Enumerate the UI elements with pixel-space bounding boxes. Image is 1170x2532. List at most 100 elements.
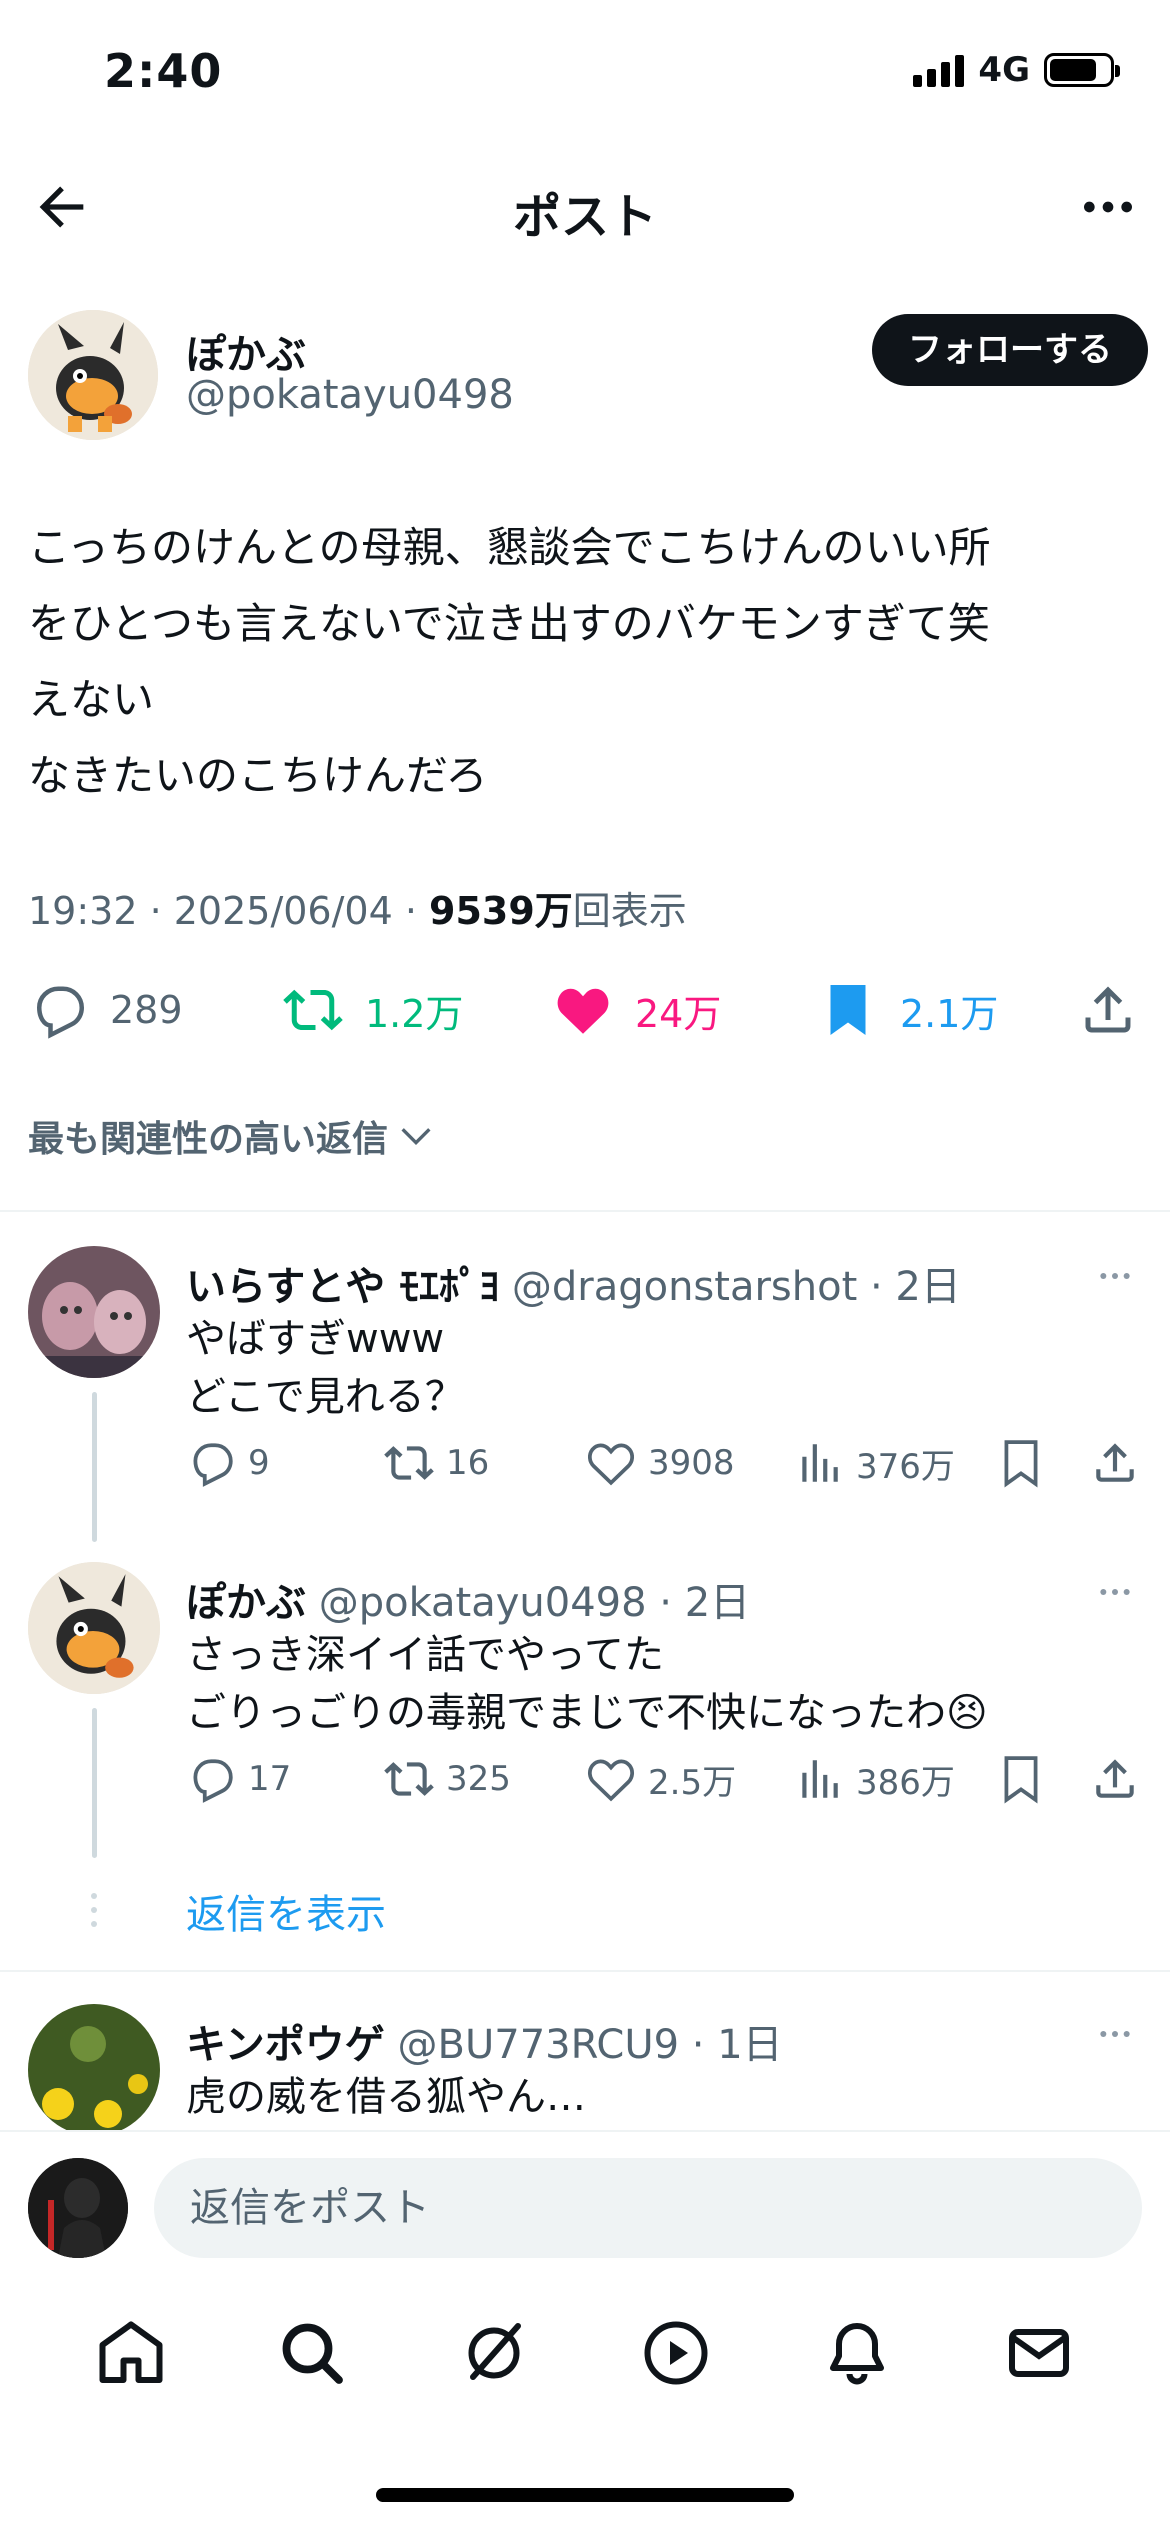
repost-count: 325 bbox=[446, 1759, 511, 1799]
reply-author-name[interactable]: ぽかぶ bbox=[186, 1580, 306, 1626]
bookmark-button[interactable] bbox=[996, 1754, 1046, 1804]
reply-author-name[interactable]: キンポウゲ bbox=[186, 2022, 385, 2068]
reply-author-handle[interactable]: @pokatayu0498 bbox=[319, 1580, 647, 1626]
divider bbox=[0, 1970, 1170, 1972]
page-title: ポスト bbox=[512, 189, 657, 245]
follow-button[interactable]: フォローする bbox=[872, 314, 1148, 386]
thread-line bbox=[92, 1708, 97, 1858]
reply-button[interactable]: 9 bbox=[186, 1438, 270, 1488]
reply-count: 289 bbox=[110, 988, 183, 1032]
share-button[interactable] bbox=[1090, 1754, 1140, 1804]
more-icon[interactable] bbox=[1076, 175, 1140, 239]
tab-home[interactable] bbox=[95, 2317, 167, 2393]
tab-video[interactable] bbox=[640, 2317, 712, 2393]
more-icon[interactable] bbox=[1090, 1256, 1140, 1296]
post-timestamp: 19:32 · 2025/06/04 · bbox=[28, 889, 430, 933]
tab-search[interactable] bbox=[276, 2317, 348, 2393]
share-icon bbox=[1085, 986, 1131, 1033]
tab-grok[interactable] bbox=[458, 2317, 530, 2393]
reply-icon bbox=[193, 1759, 233, 1803]
bell-icon bbox=[830, 2323, 885, 2385]
analytics-icon bbox=[802, 1760, 838, 1798]
reply-author-handle[interactable]: @BU773RCU9 bbox=[398, 2022, 680, 2068]
reply-composer: 返信をポスト bbox=[0, 2130, 1170, 2270]
avatar[interactable] bbox=[28, 1246, 160, 1378]
bookmark-button[interactable] bbox=[996, 1438, 1046, 1488]
avatar[interactable] bbox=[28, 1562, 160, 1694]
play-icon bbox=[644, 2321, 708, 2385]
mail-icon bbox=[1009, 2329, 1070, 2377]
home-icon bbox=[99, 2321, 163, 2383]
battery-icon bbox=[1044, 53, 1120, 87]
share-button[interactable] bbox=[1090, 1438, 1140, 1488]
bookmark-button[interactable]: 2.1万 bbox=[818, 980, 998, 1040]
views-button[interactable]: 376万 bbox=[794, 1438, 955, 1488]
reply-author-handle[interactable]: @dragonstarshot bbox=[512, 1264, 857, 1310]
post-views-label: 回表示 bbox=[572, 889, 687, 933]
signal-icon bbox=[913, 53, 965, 87]
reply-count: 9 bbox=[248, 1443, 270, 1483]
like-button[interactable]: 3908 bbox=[586, 1438, 735, 1488]
bookmark-icon bbox=[830, 985, 866, 1035]
reply-item[interactable]: ぽかぶ @pokatayu0498 · 2日 さっき深イイ話でやってた ごりっご… bbox=[0, 1562, 1170, 1862]
heart-icon bbox=[588, 1759, 634, 1802]
network-label: 4G bbox=[978, 50, 1030, 90]
more-icon[interactable] bbox=[1090, 2014, 1140, 2054]
author-handle[interactable]: @pokatayu0498 bbox=[186, 372, 514, 418]
status-indicators: 4G bbox=[913, 50, 1120, 90]
reply-author-name[interactable]: いらすとや ﾓｴﾎﾟﾖ bbox=[186, 1264, 499, 1310]
sort-label: 最も関連性の高い返信 bbox=[28, 1119, 389, 1160]
tab-notifications[interactable] bbox=[821, 2317, 893, 2393]
search-icon bbox=[283, 2323, 344, 2384]
reply-icon bbox=[36, 986, 85, 1039]
heart-icon bbox=[588, 1443, 634, 1486]
grok-icon bbox=[468, 2323, 522, 2380]
like-button[interactable]: 2.5万 bbox=[586, 1754, 736, 1804]
home-indicator[interactable] bbox=[376, 2488, 794, 2502]
like-count: 2.5万 bbox=[648, 1762, 737, 1803]
reply-text: 虎の威を借る狐やん… bbox=[186, 2074, 586, 2120]
reply-item[interactable]: キンポウゲ @BU773RCU9 · 1日 虎の威を借る狐やん… bbox=[0, 2004, 1170, 2130]
repost-count: 16 bbox=[446, 1443, 490, 1483]
reply-count: 17 bbox=[248, 1759, 292, 1799]
reply-text: やばすぎwww どこで見れる？ bbox=[186, 1316, 465, 1420]
avatar[interactable] bbox=[28, 2158, 128, 2258]
heart-icon bbox=[557, 988, 609, 1034]
reply-icon bbox=[193, 1443, 233, 1487]
post-meta: 19:32 · 2025/06/04 · 9539万回表示 bbox=[28, 880, 687, 935]
post-text: こっちのけんとの母親、懇談会でこちけんのいい所 をひとつも言えないで泣き出すのバ… bbox=[28, 523, 991, 800]
views-button[interactable]: 386万 bbox=[794, 1754, 955, 1804]
share-icon bbox=[1096, 1759, 1134, 1798]
avatar[interactable] bbox=[28, 2004, 160, 2130]
thread-dots-icon bbox=[91, 1893, 97, 1927]
share-button[interactable] bbox=[1078, 980, 1138, 1040]
reply-header: いらすとや ﾓｴﾎﾟﾖ @dragonstarshot · 2日 bbox=[186, 1254, 961, 1312]
thread-line bbox=[92, 1392, 97, 1542]
avatar[interactable] bbox=[28, 310, 158, 440]
bookmark-icon bbox=[1004, 1756, 1038, 1804]
like-button[interactable]: 24万 bbox=[553, 980, 721, 1040]
like-count: 3908 bbox=[648, 1443, 735, 1483]
more-icon[interactable] bbox=[1090, 1572, 1140, 1612]
like-count: 24万 bbox=[635, 991, 722, 1036]
share-icon bbox=[1096, 1443, 1134, 1482]
reply-time: · 1日 bbox=[691, 2022, 783, 2068]
tab-messages[interactable] bbox=[1003, 2317, 1075, 2393]
sort-dropdown[interactable]: 最も関連性の高い返信 bbox=[28, 1110, 436, 1162]
repost-button[interactable]: 325 bbox=[384, 1754, 511, 1804]
reply-button[interactable]: 17 bbox=[186, 1754, 291, 1804]
show-replies-link[interactable]: 返信を表示 bbox=[186, 1882, 386, 1940]
repost-button[interactable]: 1.2万 bbox=[283, 980, 463, 1040]
reply-item[interactable]: いらすとや ﾓｴﾎﾟﾖ @dragonstarshot · 2日 やばすぎwww… bbox=[0, 1246, 1170, 1546]
reply-input[interactable]: 返信をポスト bbox=[154, 2158, 1142, 2258]
bookmark-count: 2.1万 bbox=[900, 991, 999, 1036]
repost-button[interactable]: 16 bbox=[384, 1438, 489, 1488]
reply-header: キンポウゲ @BU773RCU9 · 1日 bbox=[186, 2012, 783, 2070]
reply-header: ぽかぶ @pokatayu0498 · 2日 bbox=[186, 1570, 750, 1628]
tab-bar bbox=[0, 2290, 1170, 2420]
reply-actions: 9 16 3908 376万 bbox=[186, 1438, 1146, 1498]
reply-button[interactable]: 289 bbox=[28, 980, 183, 1040]
reply-text: さっき深イイ話でやってた ごりっごりの毒親でまじで不快になったわ😣 bbox=[186, 1632, 988, 1736]
status-bar: 2:40 4G bbox=[0, 0, 1170, 150]
analytics-icon bbox=[802, 1444, 838, 1482]
